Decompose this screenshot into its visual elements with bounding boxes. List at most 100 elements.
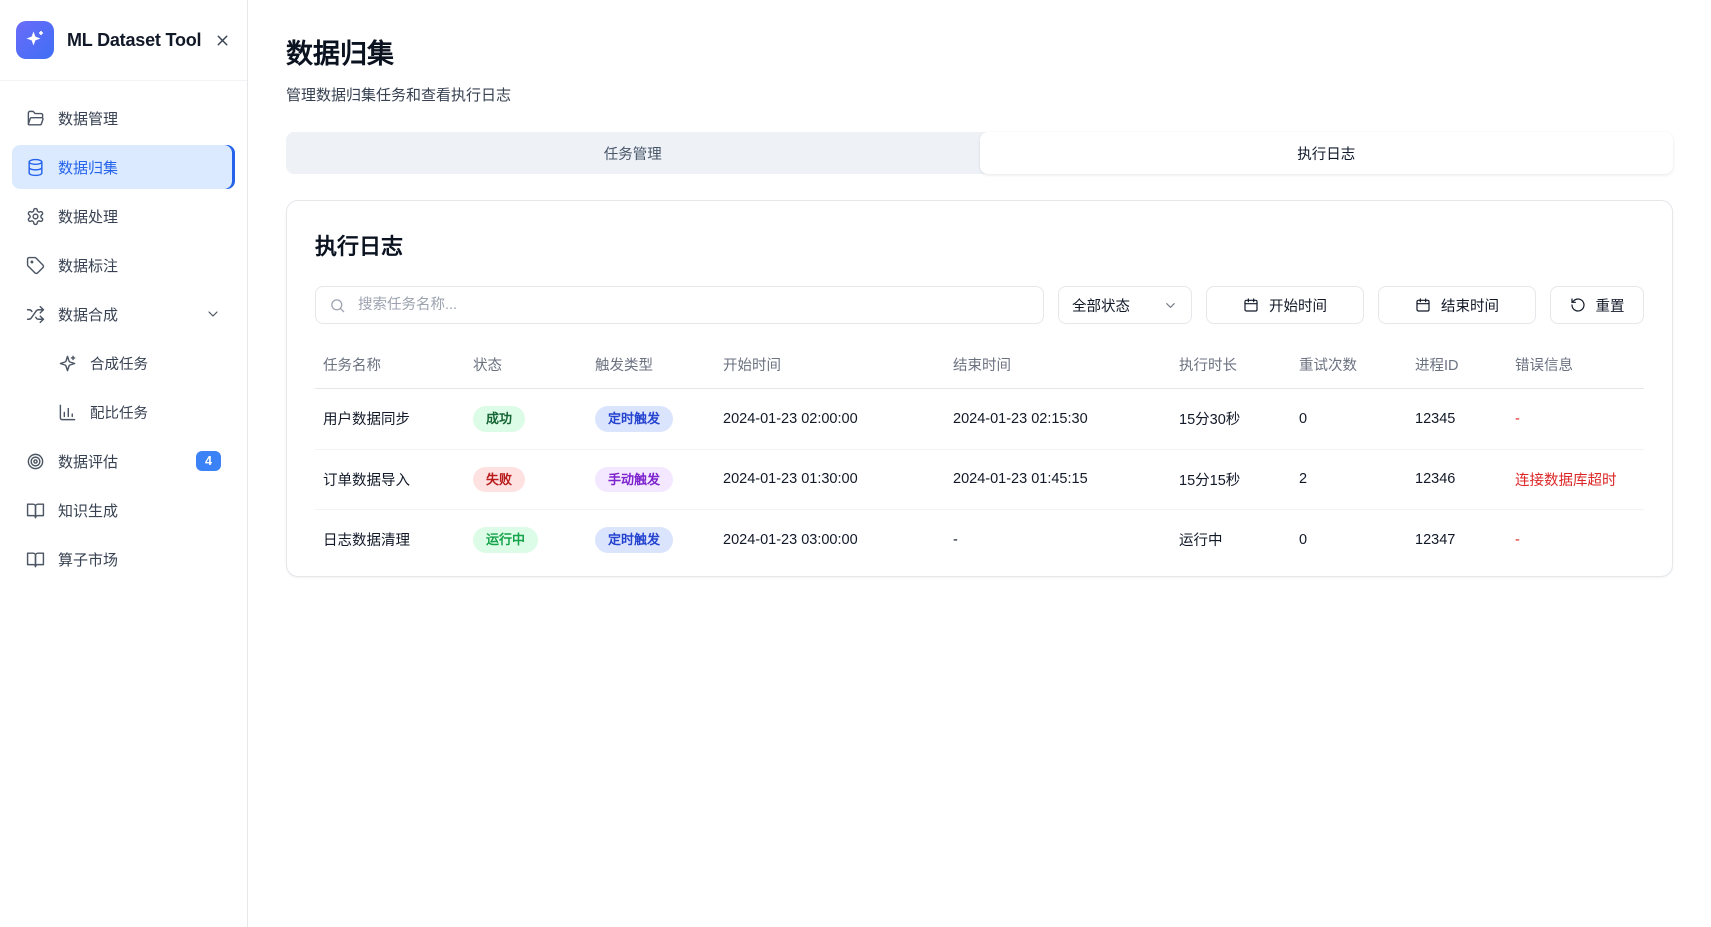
sidebar: ML Dataset Tool 数据管理数据归集数据处理数据标注数据合成合成任务… bbox=[0, 0, 248, 927]
gear-icon bbox=[26, 207, 45, 226]
sidebar-item-ratio-task[interactable]: 配比任务 bbox=[44, 390, 235, 434]
tab-bar: 任务管理执行日志 bbox=[286, 132, 1673, 174]
sidebar-item-data-evaluation[interactable]: 数据评估 4 bbox=[12, 439, 235, 483]
status-filter-select[interactable]: 全部状态 bbox=[1058, 286, 1192, 324]
sidebar-item-label: 数据评估 bbox=[58, 451, 118, 472]
target-icon bbox=[26, 452, 45, 471]
sidebar-item-synthesis-task[interactable]: 合成任务 bbox=[44, 341, 235, 385]
main-content: 数据归集 管理数据归集任务和查看执行日志 任务管理执行日志 执行日志 全部状态 … bbox=[248, 0, 1711, 927]
table-row: 日志数据清理运行中定时触发2024-01-23 03:00:00-运行中0123… bbox=[315, 510, 1644, 570]
table-header-row: 任务名称状态触发类型开始时间结束时间执行时长重试次数进程ID错误信息 bbox=[315, 344, 1644, 389]
rotate-ccw-icon bbox=[1570, 297, 1586, 313]
sidebar-item-label: 配比任务 bbox=[90, 402, 148, 423]
sidebar-item-label: 数据标注 bbox=[58, 255, 118, 276]
chevron-down-icon bbox=[1163, 298, 1178, 313]
status-cell: 运行中 bbox=[465, 510, 587, 570]
sidebar-item-data-collection[interactable]: 数据归集 bbox=[12, 145, 235, 189]
close-icon[interactable] bbox=[214, 32, 231, 49]
status-badge: 运行中 bbox=[473, 527, 538, 553]
retries-cell: 2 bbox=[1291, 449, 1407, 510]
book-icon bbox=[26, 501, 45, 520]
status-cell: 成功 bbox=[465, 389, 587, 450]
table-row: 用户数据同步成功 定时触发 2024-01-23 02:00:002024-01-2… bbox=[315, 389, 1644, 450]
pid-cell: 12345 bbox=[1407, 389, 1507, 450]
column-header: 触发类型 bbox=[587, 344, 715, 389]
status-filter-value: 全部状态 bbox=[1072, 295, 1130, 316]
tag-icon bbox=[26, 256, 45, 275]
sidebar-item-label: 数据处理 bbox=[58, 206, 118, 227]
error-cell: - bbox=[1507, 510, 1644, 570]
execution-log-panel: 执行日志 全部状态 开始时间 结束时间 重置 bbox=[286, 200, 1673, 577]
chart-icon bbox=[58, 403, 77, 422]
end-time-cell: 2024-01-23 01:45:15 bbox=[945, 449, 1171, 510]
trigger-badge: 定时触发 bbox=[595, 406, 673, 432]
status-badge: 失败 bbox=[473, 467, 525, 493]
start-time-cell: 2024-01-23 02:00:00 bbox=[715, 389, 945, 450]
search-icon bbox=[329, 297, 346, 314]
start-time-cell: 2024-01-23 03:00:00 bbox=[715, 510, 945, 570]
sidebar-nav: 数据管理数据归集数据处理数据标注数据合成合成任务配比任务数据评估 4 知识生成算子市… bbox=[0, 81, 247, 601]
search-input[interactable] bbox=[356, 296, 1030, 314]
database-icon bbox=[26, 158, 45, 177]
duration-cell: 15分30秒 bbox=[1171, 389, 1291, 450]
task-name-cell: 订单数据导入 bbox=[315, 449, 465, 510]
sidebar-item-data-annotation[interactable]: 数据标注 bbox=[12, 243, 235, 287]
trigger-cell: 手动触发 bbox=[587, 449, 715, 510]
sidebar-header: ML Dataset Tool bbox=[0, 0, 247, 81]
column-header: 重试次数 bbox=[1291, 344, 1407, 389]
task-name-cell: 日志数据清理 bbox=[315, 510, 465, 570]
sidebar-item-label: 数据合成 bbox=[58, 304, 118, 325]
column-header: 错误信息 bbox=[1507, 344, 1644, 389]
folder-icon bbox=[26, 109, 45, 128]
app-logo bbox=[16, 21, 54, 59]
start-time-cell: 2024-01-23 01:30:00 bbox=[715, 449, 945, 510]
sidebar-item-data-processing[interactable]: 数据处理 bbox=[12, 194, 235, 238]
sidebar-item-label: 合成任务 bbox=[90, 353, 148, 374]
task-name-cell: 用户数据同步 bbox=[315, 389, 465, 450]
column-header: 结束时间 bbox=[945, 344, 1171, 389]
error-cell: 连接数据库超时 bbox=[1507, 449, 1644, 510]
end-time-cell: - bbox=[945, 510, 1171, 570]
reset-label: 重置 bbox=[1596, 295, 1625, 316]
duration-cell: 运行中 bbox=[1171, 510, 1291, 570]
end-time-label: 结束时间 bbox=[1441, 295, 1499, 316]
book-icon bbox=[26, 550, 45, 569]
retries-cell: 0 bbox=[1291, 389, 1407, 450]
retries-cell: 0 bbox=[1291, 510, 1407, 570]
sidebar-item-label: 数据管理 bbox=[58, 108, 118, 129]
sidebar-item-data-management[interactable]: 数据管理 bbox=[12, 96, 235, 140]
sidebar-item-label: 算子市场 bbox=[58, 549, 118, 570]
column-header: 进程ID bbox=[1407, 344, 1507, 389]
start-time-button[interactable]: 开始时间 bbox=[1206, 286, 1364, 324]
page-title: 数据归集 bbox=[286, 32, 1673, 71]
search-box bbox=[315, 286, 1044, 324]
sidebar-item-operator-market[interactable]: 算子市场 bbox=[12, 537, 235, 581]
shuffle-icon bbox=[26, 305, 45, 324]
calendar-icon bbox=[1415, 297, 1431, 313]
table-row: 订单数据导入失败 手动触发 2024-01-23 01:30:002024-01-2… bbox=[315, 449, 1644, 510]
tab-task-management[interactable]: 任务管理 bbox=[286, 132, 980, 174]
table-body: 用户数据同步成功定时触发2024-01-23 02:00:002024-01-2… bbox=[315, 389, 1644, 570]
filter-bar: 全部状态 开始时间 结束时间 重置 bbox=[315, 286, 1644, 324]
trigger-badge: 手动触发 bbox=[595, 467, 673, 493]
trigger-badge: 定时触发 bbox=[595, 527, 673, 553]
sidebar-item-data-synthesis[interactable]: 数据合成 bbox=[12, 292, 235, 336]
trigger-cell: 定时触发 bbox=[587, 389, 715, 450]
error-cell: - bbox=[1507, 389, 1644, 450]
execution-log-table: 任务名称状态触发类型开始时间结束时间执行时长重试次数进程ID错误信息 用户数据同… bbox=[315, 344, 1644, 570]
status-badge: 成功 bbox=[473, 406, 525, 432]
trigger-cell: 定时触发 bbox=[587, 510, 715, 570]
pid-cell: 12347 bbox=[1407, 510, 1507, 570]
chevron-down-icon bbox=[205, 306, 221, 322]
sparkles-icon bbox=[23, 28, 47, 52]
count-badge: 4 bbox=[196, 451, 221, 472]
reset-button[interactable]: 重置 bbox=[1550, 286, 1644, 324]
sidebar-item-knowledge-generation[interactable]: 知识生成 bbox=[12, 488, 235, 532]
end-time-button[interactable]: 结束时间 bbox=[1378, 286, 1536, 324]
tab-execution-logs[interactable]: 执行日志 bbox=[980, 132, 1674, 174]
column-header: 任务名称 bbox=[315, 344, 465, 389]
status-cell: 失败 bbox=[465, 449, 587, 510]
start-time-label: 开始时间 bbox=[1269, 295, 1327, 316]
duration-cell: 15分15秒 bbox=[1171, 449, 1291, 510]
end-time-cell: 2024-01-23 02:15:30 bbox=[945, 389, 1171, 450]
